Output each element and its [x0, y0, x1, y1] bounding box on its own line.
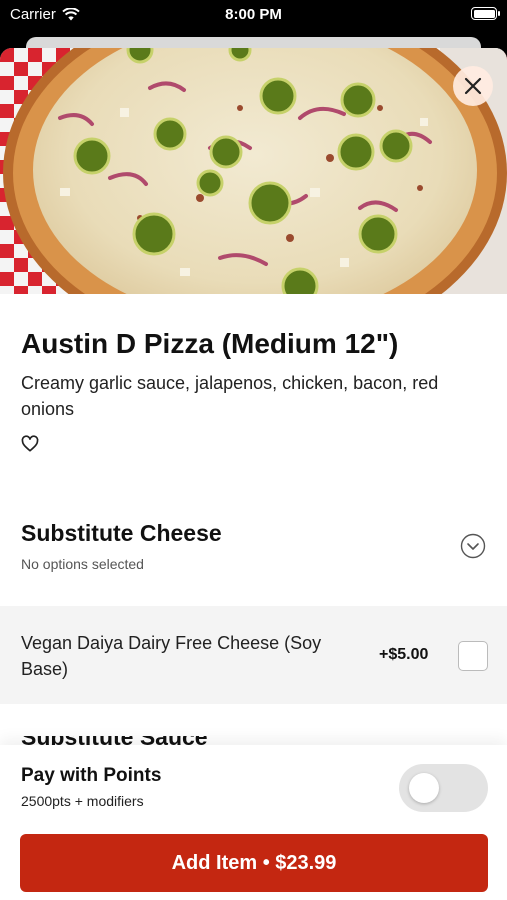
option-checkbox[interactable]: [458, 641, 488, 671]
battery-icon: [471, 7, 500, 20]
heart-outline-icon[interactable]: [21, 435, 39, 453]
clock: 8:00 PM: [225, 6, 282, 23]
item-description: Creamy garlic sauce, jalapenos, chicken,…: [21, 373, 439, 419]
pay-with-points-title: Pay with Points: [21, 765, 162, 786]
add-item-button[interactable]: Add Item • $23.99: [20, 834, 488, 892]
modifier-group-subtitle: No options selected: [21, 556, 144, 572]
toggle-knob: [409, 773, 439, 803]
option-label: Vegan Daiya Dairy Free Cheese (Soy Base): [21, 633, 322, 679]
close-button[interactable]: [453, 66, 493, 106]
item-title: Austin D Pizza (Medium 12"): [21, 328, 399, 359]
modifier-group-title: Substitute Cheese: [21, 520, 222, 546]
modifier-option-row[interactable]: Vegan Daiya Dairy Free Cheese (Soy Base)…: [0, 606, 507, 704]
pay-with-points-subtitle: 2500pts + modifiers: [21, 793, 144, 809]
checkout-bar: Pay with Points 2500pts + modifiers Add …: [0, 745, 507, 900]
status-bar: Carrier 8:00 PM: [0, 0, 507, 30]
close-icon: [464, 77, 482, 95]
chevron-down-circle-icon[interactable]: [460, 533, 486, 559]
option-price: +$5.00: [379, 646, 429, 663]
pay-with-points-toggle[interactable]: [399, 764, 488, 812]
pizza-photo: [0, 48, 507, 294]
item-detail-sheet: Austin D Pizza (Medium 12") Creamy garli…: [0, 48, 507, 900]
